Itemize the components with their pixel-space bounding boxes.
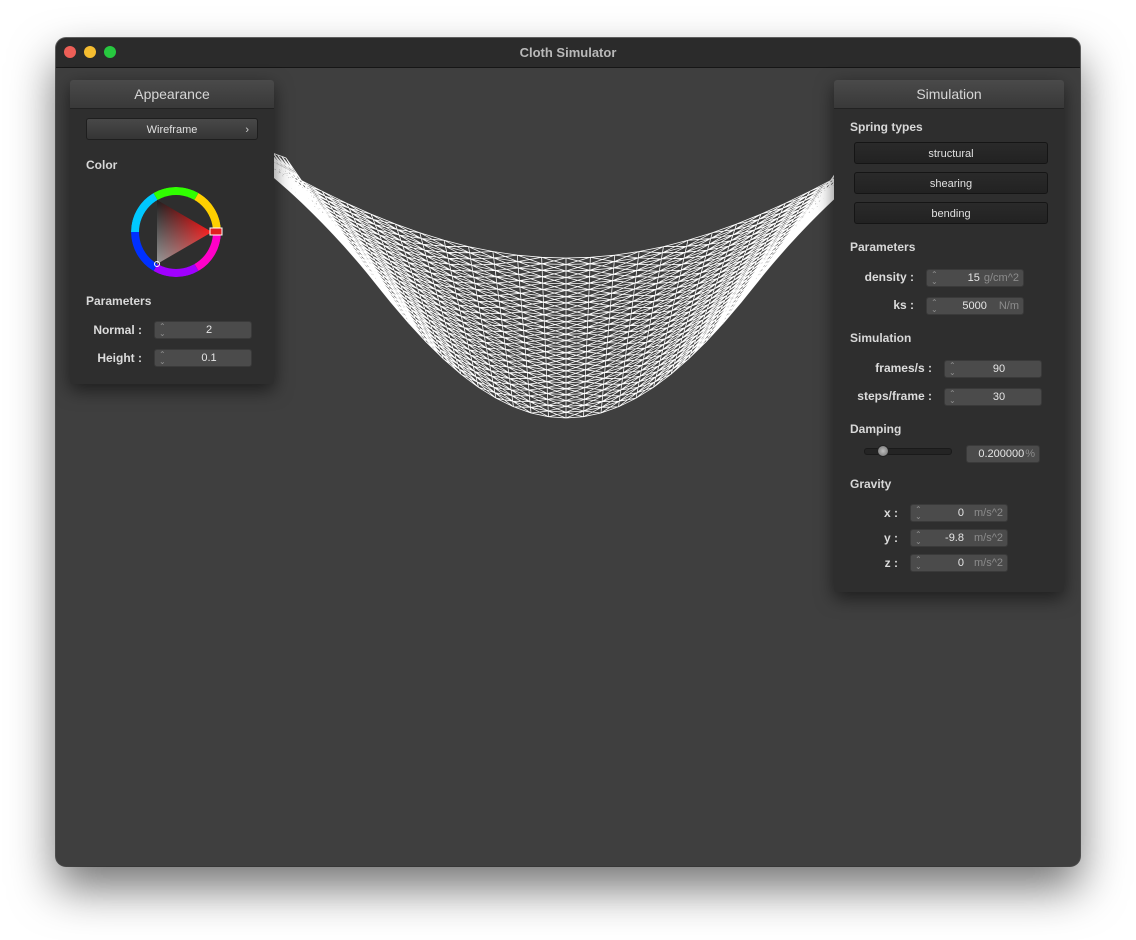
stepper-icon[interactable]: ⌃ ⌄ <box>949 362 956 377</box>
appearance-panel-title[interactable]: Appearance <box>70 80 274 109</box>
gravity-x-value: 0 <box>957 507 964 519</box>
frames-value: 90 <box>992 363 1006 375</box>
height-input[interactable]: ⌃ ⌄ 0.1 <box>154 349 252 367</box>
gravity-x-field-text: 0 m/s^2 <box>958 505 1003 521</box>
steps-value: 30 <box>992 391 1006 403</box>
stepper-icon[interactable]: ⌃ ⌄ <box>159 323 166 338</box>
steps-input[interactable]: ⌃ ⌄ 30 <box>944 388 1042 406</box>
ks-input[interactable]: ⌃ ⌄ 5000 N/m <box>926 297 1024 315</box>
density-unit: g/cm^2 <box>983 272 1019 284</box>
simulation-panel: Simulation Spring types structural shear… <box>834 80 1064 592</box>
ks-label: ks : <box>893 298 914 312</box>
simulation-section-label: Simulation <box>850 331 912 345</box>
simulation-panel-title[interactable]: Simulation <box>834 80 1064 109</box>
stepper-icon[interactable]: ⌃ ⌄ <box>931 271 938 286</box>
damping-field-text: 0.200000% <box>978 446 1035 462</box>
gravity-y-value: -9.8 <box>945 532 964 544</box>
height-value: 0.1 <box>201 352 217 364</box>
gravity-label: Gravity <box>850 477 892 491</box>
frames-label: frames/s : <box>875 361 932 375</box>
gravity-z-value: 0 <box>957 557 964 569</box>
density-label: density : <box>864 270 914 284</box>
gravity-z-input[interactable]: ⌃ ⌄ 0 m/s^2 <box>910 554 1008 572</box>
gravity-x-input[interactable]: ⌃ ⌄ 0 m/s^2 <box>910 504 1008 522</box>
gravity-y-input[interactable]: ⌃ ⌄ -9.8 m/s^2 <box>910 529 1008 547</box>
damping-value: 0.200000 <box>978 448 1025 460</box>
shader-dropdown-value: Wireframe <box>146 124 198 136</box>
structural-toggle[interactable]: structural <box>854 142 1048 164</box>
simulation-parameters-label: Parameters <box>850 240 916 254</box>
gravity-x-unit: m/s^2 <box>974 507 1003 519</box>
ks-unit: N/m <box>998 300 1019 312</box>
normal-value: 2 <box>205 324 213 336</box>
shader-dropdown[interactable]: Wireframe › <box>86 118 258 140</box>
density-input[interactable]: ⌃ ⌄ 15 g/cm^2 <box>926 269 1024 287</box>
normal-input[interactable]: ⌃ ⌄ 2 <box>154 321 252 339</box>
window-title: Cloth Simulator <box>519 45 617 60</box>
color-wheel-icon[interactable] <box>126 182 226 282</box>
app-window: Cloth Simulator Appearance Wireframe › C… <box>56 38 1080 866</box>
density-field-text: 15 g/cm^2 <box>968 270 1019 286</box>
frames-input[interactable]: ⌃ ⌄ 90 <box>944 360 1042 378</box>
gravity-x-label: x : <box>883 506 898 520</box>
title-bar[interactable]: Cloth Simulator <box>56 38 1080 68</box>
appearance-panel: Appearance Wireframe › Color Parameters … <box>70 80 274 384</box>
damping-label: Damping <box>850 422 902 436</box>
stepper-icon[interactable]: ⌃ ⌄ <box>931 299 938 314</box>
gravity-z-field-text: 0 m/s^2 <box>958 555 1003 571</box>
shearing-toggle[interactable]: shearing <box>854 172 1048 194</box>
ks-value: 5000 <box>962 300 987 312</box>
normal-label: Normal : <box>93 323 142 337</box>
gravity-z-label: z : <box>884 556 898 570</box>
stepper-icon[interactable]: ⌃ ⌄ <box>949 390 956 405</box>
density-value: 15 <box>967 272 980 284</box>
stepper-icon[interactable]: ⌃ ⌄ <box>915 506 922 521</box>
steps-label: steps/frame : <box>857 389 932 403</box>
stepper-icon[interactable]: ⌃ ⌄ <box>915 531 922 546</box>
damping-slider-handle[interactable] <box>877 445 890 457</box>
spring-types-label: Spring types <box>850 120 923 134</box>
appearance-parameters-label: Parameters <box>86 294 152 308</box>
height-label: Height : <box>97 351 142 365</box>
gravity-y-unit: m/s^2 <box>974 532 1003 544</box>
ks-field-text: 5000 N/m <box>962 298 1019 314</box>
stepper-icon[interactable]: ⌃ ⌄ <box>159 351 166 366</box>
color-section-label: Color <box>86 158 118 172</box>
gravity-y-field-text: -9.8 m/s^2 <box>945 530 1003 546</box>
gravity-z-unit: m/s^2 <box>974 557 1003 569</box>
damping-unit: % <box>1025 448 1035 460</box>
bending-toggle[interactable]: bending <box>854 202 1048 224</box>
gravity-y-label: y : <box>883 531 898 545</box>
cloth-viewport[interactable]: Appearance Wireframe › Color Parameters … <box>56 68 1080 866</box>
stepper-icon[interactable]: ⌃ ⌄ <box>915 556 922 571</box>
chevron-right-icon: › <box>245 124 249 136</box>
damping-input[interactable]: 0.200000% <box>966 445 1040 463</box>
